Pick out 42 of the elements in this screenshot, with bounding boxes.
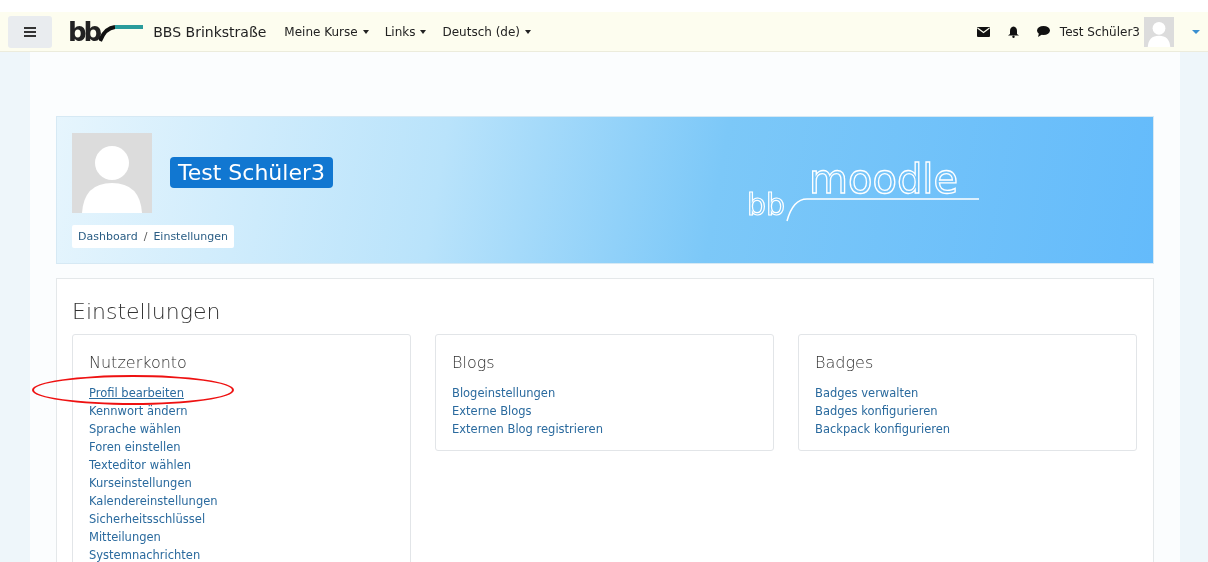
settings-link[interactable]: Blogeinstellungen <box>452 386 556 400</box>
card-title: Nutzerkonto <box>89 353 188 372</box>
settings-link[interactable]: Sicherheitsschlüssel <box>89 512 206 526</box>
settings-link[interactable]: Sprache wählen <box>89 422 182 436</box>
nav-menu[interactable]: Deutsch (de) <box>442 24 532 39</box>
site-logo[interactable]: bb <box>68 18 144 45</box>
caret-icon <box>420 29 427 34</box>
settings-link[interactable]: Kalendereinstellungen <box>89 494 218 508</box>
card-title: Badges <box>815 353 875 372</box>
settings-link[interactable]: Badges verwalten <box>815 386 919 400</box>
settings-link[interactable]: Backpack konfigurieren <box>815 422 951 436</box>
settings-link[interactable]: Badges konfigurieren <box>815 404 938 418</box>
chat-bubble-icon[interactable] <box>1036 26 1050 37</box>
bell-icon[interactable] <box>1007 25 1019 38</box>
settings-link[interactable]: Systemnachrichten <box>89 548 201 562</box>
settings-link[interactable]: Mitteilungen <box>89 530 161 544</box>
settings-link[interactable]: Externen Blog registrieren <box>452 422 603 436</box>
caret-icon[interactable] <box>1192 29 1200 34</box>
avatar-placeholder <box>1144 16 1174 47</box>
caret-icon <box>362 29 369 34</box>
nav-menu[interactable]: Links <box>384 24 427 39</box>
card-title: Blogs <box>452 353 496 372</box>
envelope-icon[interactable] <box>976 26 990 37</box>
breadcrumb-separator: / <box>143 230 148 243</box>
site-name[interactable]: BBS Brinkstraße <box>153 23 267 40</box>
nav-menu[interactable]: Meine Kurse <box>284 24 369 39</box>
menu-button[interactable] <box>8 15 52 48</box>
settings-link[interactable]: Kurseinstellungen <box>89 476 192 490</box>
settings-link[interactable]: Kennwort ändern <box>89 404 188 418</box>
settings-link[interactable]: Profil bearbeiten <box>89 386 184 400</box>
logo-text: bb <box>68 18 100 45</box>
caret-icon <box>525 29 532 34</box>
settings-link[interactable]: Texteditor wählen <box>89 458 192 472</box>
breadcrumb-link[interactable]: Einstellungen <box>153 230 228 243</box>
user-name[interactable]: Test Schüler3 <box>1059 24 1140 39</box>
breadcrumb-link[interactable]: Dashboard <box>78 230 138 243</box>
page-title: Einstellungen <box>72 299 222 324</box>
settings-link[interactable]: Externe Blogs <box>452 404 532 418</box>
menu-icon <box>24 26 36 37</box>
moodle-logo: bb moodle <box>747 153 987 223</box>
profile-name: Test Schüler3 <box>170 157 333 188</box>
settings-link[interactable]: Foren einstellen <box>89 440 181 454</box>
